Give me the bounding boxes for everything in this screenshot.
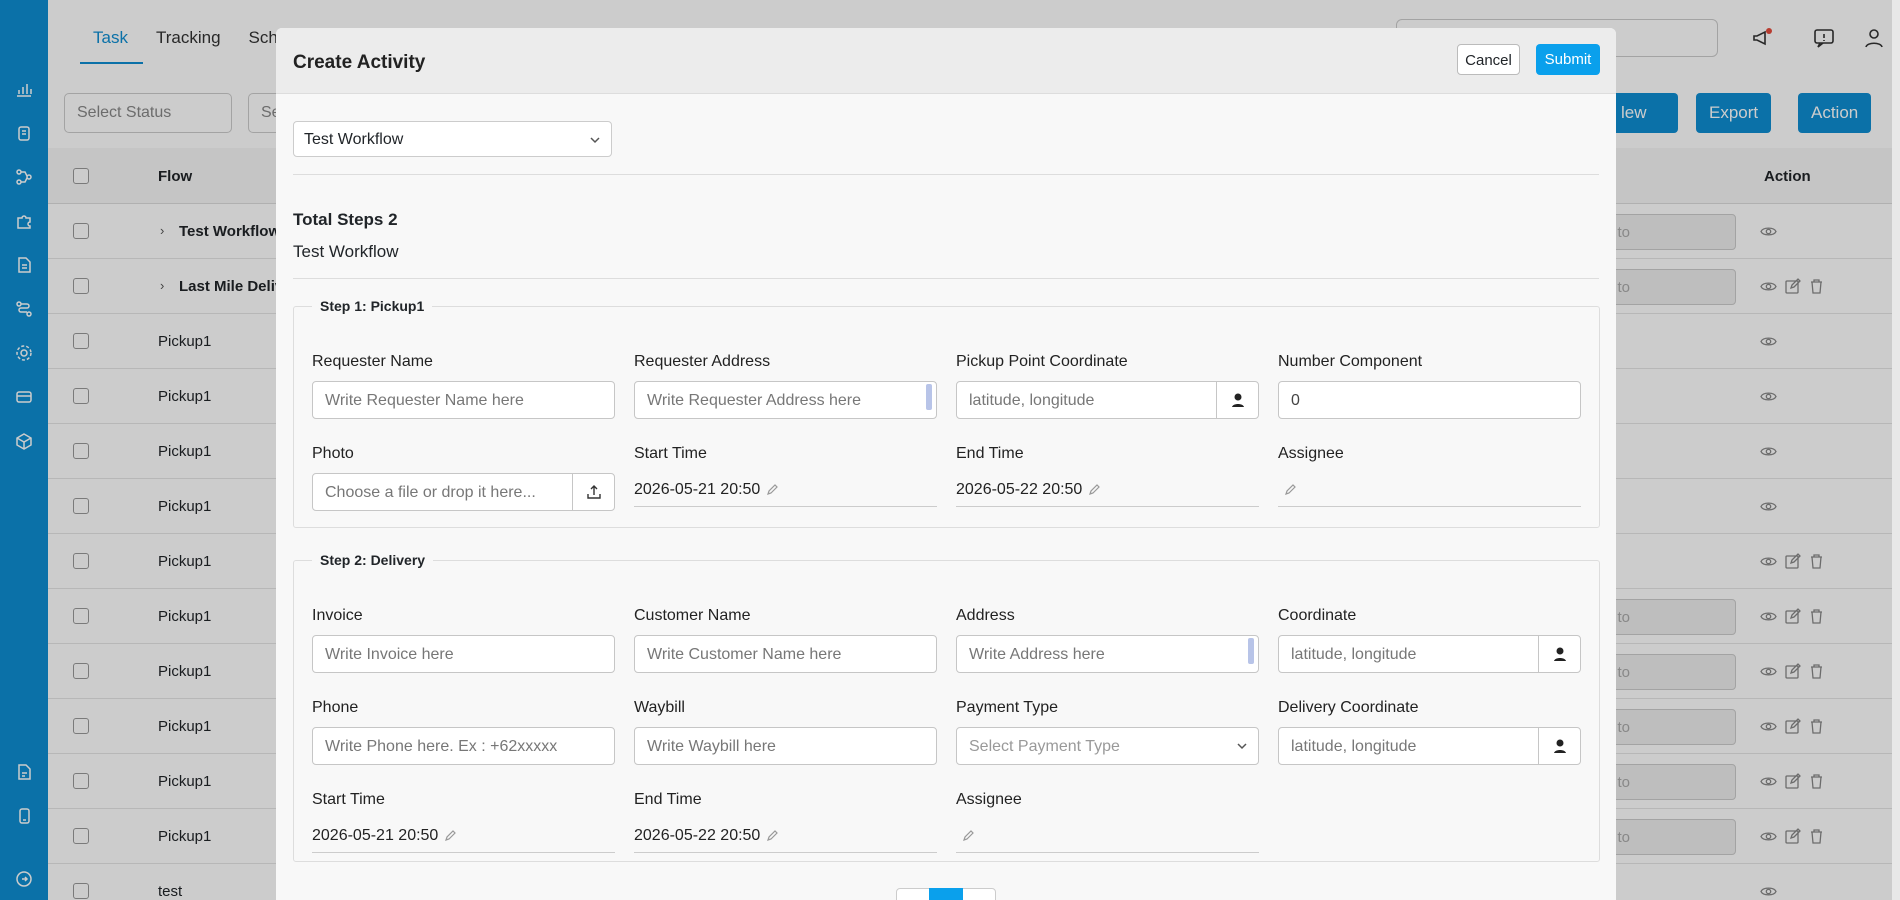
- cancel-button[interactable]: Cancel: [1457, 44, 1520, 75]
- workflow-name: Test Workflow: [293, 242, 399, 261]
- map-pin-button[interactable]: [1538, 728, 1580, 764]
- delivery-coordinate-placeholder: latitude, longitude: [1291, 738, 1417, 755]
- workflow-select[interactable]: Test Workflow: [293, 121, 612, 157]
- divider: [293, 278, 1599, 279]
- photo-file-input[interactable]: Choose a file or drop it here...: [312, 473, 615, 511]
- end-time-value: 2026-05-22 20:50: [634, 827, 761, 844]
- pencil-icon: [1285, 484, 1296, 495]
- page-scrollbar[interactable]: [1892, 0, 1900, 900]
- step-2-fieldset: Step 2: Delivery Invoice Write Invoice h…: [293, 552, 1600, 862]
- pencil-icon: [767, 830, 779, 841]
- customer-name-label: Customer Name: [634, 607, 751, 624]
- assignee-field[interactable]: [1278, 473, 1581, 507]
- current-page[interactable]: [929, 888, 963, 900]
- workflow-select-value: Test Workflow: [304, 131, 404, 148]
- assignee-field[interactable]: [956, 819, 1259, 853]
- coordinate-placeholder: latitude, longitude: [1291, 646, 1417, 663]
- waybill-input[interactable]: Write Waybill here: [634, 727, 937, 765]
- invoice-input[interactable]: Write Invoice here: [312, 635, 615, 673]
- end-time-value: 2026-05-22 20:50: [956, 481, 1083, 498]
- waybill-label: Waybill: [634, 699, 685, 716]
- start-time-value: 2026-05-21 20:50: [634, 481, 761, 498]
- coordinate-label: Coordinate: [1278, 607, 1357, 624]
- chevron-down-icon: [589, 134, 601, 146]
- submit-button[interactable]: Submit: [1536, 44, 1600, 75]
- photo-placeholder: Choose a file or drop it here...: [325, 484, 536, 501]
- end-time-label: End Time: [956, 445, 1024, 462]
- invoice-label: Invoice: [312, 607, 363, 624]
- start-time-field[interactable]: 2026-05-21 20:50: [634, 473, 937, 507]
- scrollbar[interactable]: [926, 384, 932, 410]
- end-time-field[interactable]: 2026-05-22 20:50: [634, 819, 937, 853]
- end-time-field[interactable]: 2026-05-22 20:50: [956, 473, 1259, 507]
- address-placeholder: Write Address here: [969, 646, 1105, 663]
- pencil-icon: [445, 830, 457, 841]
- delivery-coordinate-label: Delivery Coordinate: [1278, 699, 1419, 716]
- delivery-coordinate-input[interactable]: latitude, longitude: [1278, 727, 1581, 765]
- assignee-label: Assignee: [956, 791, 1022, 808]
- coordinate-input[interactable]: latitude, longitude: [1278, 635, 1581, 673]
- pickup-coordinate-placeholder: latitude, longitude: [969, 392, 1095, 409]
- map-pin-button[interactable]: [1216, 382, 1258, 418]
- modal-header: Create Activity Cancel Submit: [276, 28, 1616, 94]
- step-1-fieldset: Step 1: Pickup1 Requester Name Write Req…: [293, 298, 1600, 528]
- pickup-coordinate-input[interactable]: latitude, longitude: [956, 381, 1259, 419]
- start-time-field[interactable]: 2026-05-21 20:50: [312, 819, 615, 853]
- photo-label: Photo: [312, 445, 354, 462]
- end-time-label: End Time: [634, 791, 702, 808]
- total-steps: Total Steps 2: [293, 210, 398, 229]
- pagination[interactable]: [896, 888, 996, 900]
- payment-type-label: Payment Type: [956, 699, 1058, 716]
- number-component-label: Number Component: [1278, 353, 1423, 370]
- phone-label: Phone: [312, 699, 359, 716]
- payment-type-placeholder: Select Payment Type: [969, 738, 1120, 755]
- pickup-coordinate-label: Pickup Point Coordinate: [956, 353, 1128, 370]
- payment-type-select[interactable]: Select Payment Type: [956, 727, 1259, 765]
- customer-name-input[interactable]: Write Customer Name here: [634, 635, 937, 673]
- scrollbar[interactable]: [1248, 638, 1254, 664]
- assignee-label: Assignee: [1278, 445, 1344, 462]
- pencil-icon: [1089, 484, 1101, 495]
- divider: [293, 174, 1599, 175]
- requester-address-textarea[interactable]: Write Requester Address here: [634, 381, 937, 419]
- modal-title: Create Activity: [293, 52, 426, 73]
- address-textarea[interactable]: Write Address here: [956, 635, 1259, 673]
- chevron-down-icon: [1236, 740, 1248, 752]
- requester-address-placeholder: Write Requester Address here: [647, 392, 862, 409]
- number-component-input[interactable]: 0: [1278, 381, 1581, 419]
- requester-name-label: Requester Name: [312, 353, 433, 370]
- requester-name-input[interactable]: Write Requester Name here: [312, 381, 615, 419]
- create-activity-modal: Create Activity Cancel Submit Test Workf…: [276, 28, 1616, 900]
- step-1-legend: Step 1: Pickup1: [312, 298, 433, 314]
- start-time-label: Start Time: [312, 791, 385, 808]
- pencil-icon: [963, 830, 974, 841]
- upload-button[interactable]: [572, 474, 614, 510]
- start-time-label: Start Time: [634, 445, 707, 462]
- phone-input[interactable]: Write Phone here. Ex : +62xxxxx: [312, 727, 615, 765]
- requester-address-label: Requester Address: [634, 353, 771, 370]
- start-time-value: 2026-05-21 20:50: [312, 827, 439, 844]
- step-2-legend: Step 2: Delivery: [312, 552, 434, 568]
- address-label: Address: [956, 607, 1015, 624]
- pencil-icon: [767, 484, 779, 495]
- map-pin-button[interactable]: [1538, 636, 1580, 672]
